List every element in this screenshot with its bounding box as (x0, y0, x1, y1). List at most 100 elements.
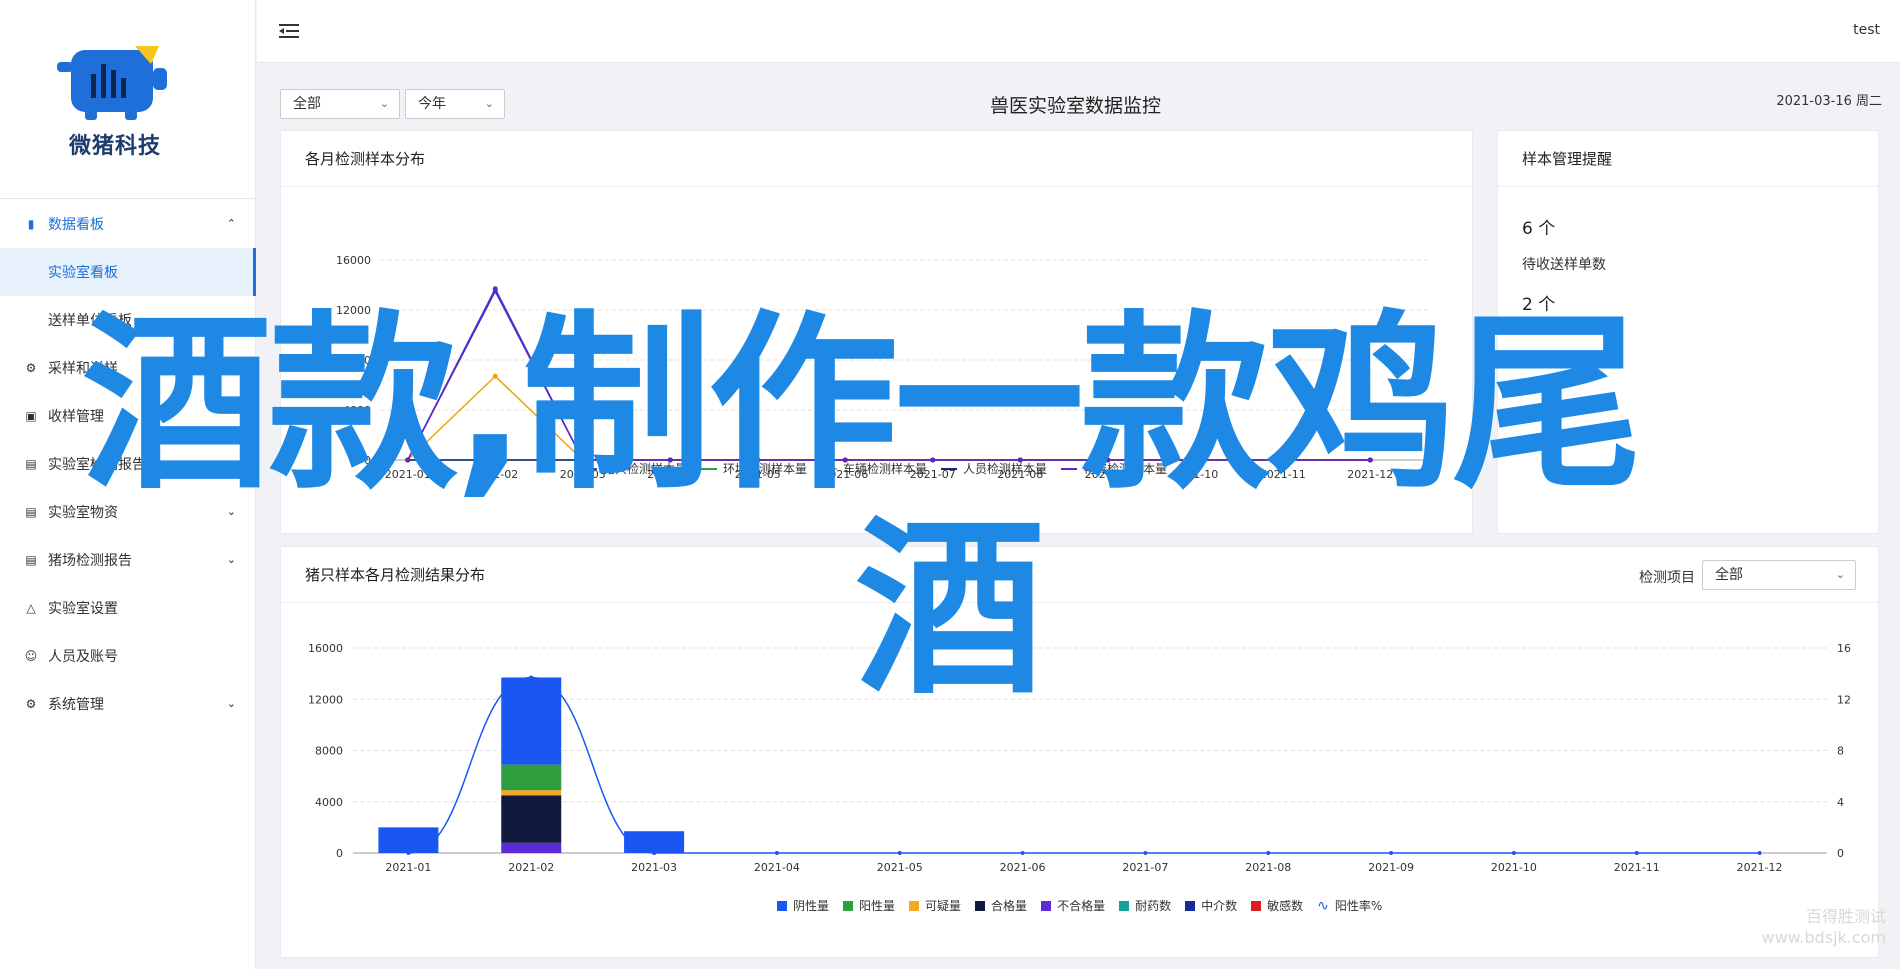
x-tick-label: 2021-12 (1347, 468, 1393, 481)
test-item-select-value: 全部 (1715, 567, 1743, 583)
y2-tick-label: 16 (1837, 642, 1851, 655)
x-tick-label: 2021-08 (1245, 861, 1291, 874)
legend-label: 耐药数 (1135, 899, 1172, 913)
sidebar-item-9[interactable]: ☺ 人员及账号 (0, 632, 256, 680)
y-tick-label: 16000 (308, 642, 343, 655)
legend-item[interactable]: 阴性量 (777, 897, 829, 914)
chevron-down-icon: ⌄ (226, 505, 236, 518)
legend-item[interactable]: 敏感数 (1251, 897, 1303, 914)
chevron-down-icon: ⌄ (1835, 568, 1845, 581)
legend-swatch-icon (1119, 900, 1130, 911)
legend-item[interactable]: 耐药数 (1119, 897, 1171, 914)
sidebar-item-2[interactable]: 送样单位看板 (0, 296, 256, 344)
sample-reminder-card: 样本管理提醒 6 个 待收送样单数 2 个 (1497, 130, 1879, 534)
current-date: 2021-03-16 周二 (1776, 94, 1882, 109)
chevron-down-icon: ⌄ (226, 553, 236, 566)
y2-tick-label: 12 (1837, 693, 1851, 706)
sidebar-item-7[interactable]: ▤ 猪场检测报告 ⌄ (0, 536, 256, 584)
menu-fold-icon[interactable] (279, 22, 299, 40)
results-legend: 阴性量 阳性量 可疑量 合格量 不合格量 耐药数 中介数 敏感数 ∿ 阳性率% (777, 897, 1382, 914)
legend-item[interactable]: 车辆检测样本量 (821, 460, 927, 477)
pig-logo-icon (57, 46, 167, 120)
y-tick-label: 0 (364, 454, 371, 467)
sidebar-item-label: 实验室物资 (48, 505, 118, 521)
chevron-down-icon: ⌄ (484, 97, 494, 110)
x-tick-label: 2021-04 (754, 861, 800, 874)
data-point (1367, 457, 1373, 463)
sidebar-item-10[interactable]: ⚙ 系统管理 ⌄ (0, 680, 256, 728)
data-point (1192, 457, 1198, 463)
legend-label: 敏感数 (1267, 899, 1304, 913)
second-value: 2 个 (1522, 295, 1556, 315)
sidebar-item-label: 系统管理 (48, 697, 104, 713)
x-tick-label: 2021-02 (472, 468, 518, 481)
legend-label: 阴性量 (793, 899, 830, 913)
legend-item[interactable]: 可疑量 (909, 897, 961, 914)
user-name[interactable]: test (1853, 22, 1880, 38)
data-point (1280, 457, 1286, 463)
legend-item[interactable]: 物资检测样本量 (1061, 460, 1167, 477)
sidebar-item-1[interactable]: 实验室看板 (0, 248, 256, 296)
sidebar-item-label: 采样和送样 (48, 361, 118, 377)
sidebar-item-8[interactable]: △ 实验室设置 (0, 584, 256, 632)
monthly-samples-chart: 04000800012000160002021-01 2021-02 2021-03… (336, 254, 1431, 481)
user-icon: ☺ (24, 649, 38, 663)
test-item-label: 检测项目 (1639, 570, 1695, 586)
rate-point (1389, 851, 1394, 855)
legend-item[interactable]: 猪只检测样本量 (581, 460, 687, 477)
x-tick-label: 2021-01 (385, 861, 431, 874)
bar-segment (501, 677, 562, 765)
legend-label: 阳性率% (1334, 899, 1383, 913)
legend-swatch-icon (777, 900, 787, 911)
chevron-up-icon: ⌃ (226, 217, 236, 230)
legend-item[interactable]: ∿ 阳性率% (1317, 897, 1382, 914)
sidebar-item-6[interactable]: ▤ 实验室物资 ⌄ (0, 488, 256, 536)
watermark-line2: www.bdsjk.com (1761, 928, 1887, 948)
legend-item[interactable]: 中介数 (1185, 897, 1237, 914)
legend-item[interactable]: 阳性量 (843, 897, 895, 914)
legend-line-icon (1061, 467, 1078, 470)
legend-item[interactable]: 环境检测样本量 (701, 460, 807, 477)
watermark: 百得胜测试 www.bdsjk.com (1762, 907, 1887, 949)
bar-segment (501, 842, 562, 853)
legend-label: 环境检测样本量 (723, 462, 808, 476)
legend-item[interactable]: 合格量 (975, 897, 1027, 914)
x-tick-label: 2021-07 (1122, 861, 1168, 874)
rate-point (1266, 851, 1271, 855)
sidebar-item-4[interactable]: ▣ 收样管理 (0, 392, 256, 440)
series-line (407, 375, 1371, 461)
sidebar-item-label: 实验室检测报告 (48, 457, 146, 473)
y-tick-label: 8000 (343, 354, 371, 367)
bar-segment (378, 827, 439, 853)
x-tick-label: 2021-10 (1491, 861, 1537, 874)
sidebar-item-3[interactable]: ⚙ 采样和送样 (0, 344, 256, 392)
report-icon: ▤ (25, 553, 37, 567)
x-tick-label: 2021-10 (1172, 468, 1218, 481)
rate-point (1634, 851, 1639, 855)
rate-point (406, 851, 411, 855)
rate-point (1143, 851, 1148, 855)
document-icon: ▤ (25, 457, 37, 471)
legend-item[interactable]: 不合格量 (1041, 897, 1105, 914)
sidebar-item-5[interactable]: ▤ 实验室检测报告 ⌄ (0, 440, 256, 488)
chevron-down-icon: ⌄ (226, 457, 236, 470)
period-select[interactable]: 今年 ⌄ (405, 89, 505, 119)
scope-select[interactable]: 全部 ⌄ (280, 89, 400, 119)
legend-item[interactable]: 人员检测样本量 (941, 460, 1047, 477)
test-item-select[interactable]: 全部 ⌄ (1702, 560, 1856, 590)
sidebar: 微猪科技 ▮ 数据看板 ⌃ 实验室看板 送样单位看板 ⚙ 采样和送样 ▣ 收样管理 ▤ 实验室检测报… (0, 0, 256, 969)
y2-tick-label: 0 (1837, 847, 1844, 860)
period-select-value: 今年 (418, 96, 446, 112)
sidebar-item-label: 数据看板 (48, 217, 104, 233)
y-tick-label: 0 (336, 847, 343, 860)
legend-line-icon (581, 467, 597, 470)
x-tick-label: 2021-03 (631, 861, 677, 874)
x-tick-label: 2021-02 (508, 861, 554, 874)
y-tick-label: 12000 (336, 304, 371, 317)
bar-segment (501, 790, 562, 796)
sidebar-item-0[interactable]: ▮ 数据看板 ⌃ (0, 200, 256, 248)
clipboard-icon: ▤ (25, 505, 37, 519)
card-title: 样本管理提醒 (1498, 131, 1878, 187)
sidebar-item-label: 送样单位看板 (48, 313, 132, 329)
legend-label: 阳性量 (859, 899, 896, 913)
